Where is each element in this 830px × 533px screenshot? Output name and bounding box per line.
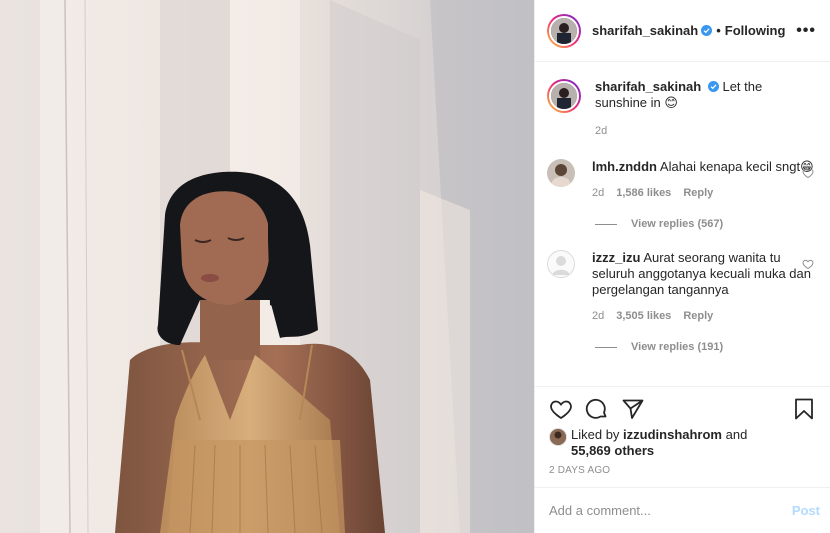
commenter-avatar[interactable] <box>547 159 575 187</box>
likes-text: Liked by izzudinshahrom and 55,869 other… <box>571 427 747 459</box>
photo-image <box>0 0 534 533</box>
replies-divider <box>595 346 617 348</box>
comment-item: lmh.znddn Alahai kenapa kecil sngt😁 2d 1… <box>547 159 816 201</box>
bookmark-icon[interactable] <box>792 397 816 421</box>
post-side-panel: sharifah_sakinah • Following ••• sharifa… <box>534 0 830 533</box>
comment-like-heart-icon[interactable] <box>802 258 814 270</box>
more-options-icon[interactable]: ••• <box>796 22 816 40</box>
instagram-post: sharifah_sakinah • Following ••• sharifa… <box>0 0 830 533</box>
header-username[interactable]: sharifah_sakinah <box>592 23 698 38</box>
comment-likes[interactable]: 1,586 likes <box>616 185 671 201</box>
post-header: sharifah_sakinah • Following ••• <box>535 0 830 62</box>
author-avatar[interactable] <box>547 13 581 48</box>
commenter-avatar-default[interactable] <box>547 250 575 278</box>
comment-meta: 2d 1,586 likes Reply <box>592 185 816 201</box>
comment-body: lmh.znddn Alahai kenapa kecil sngt😁 2d 1… <box>592 159 816 201</box>
header-separator: • <box>716 23 721 38</box>
comment-username[interactable]: lmh.znddn <box>592 159 657 174</box>
comment-likes[interactable]: 3,505 likes <box>616 308 671 324</box>
add-comment-bar: Post <box>535 487 830 533</box>
post-timestamp[interactable]: 2 DAYS AGO <box>549 465 816 476</box>
reply-button[interactable]: Reply <box>683 185 713 201</box>
post-comment-button[interactable]: Post <box>792 503 820 518</box>
replies-divider <box>595 223 617 225</box>
view-replies-button[interactable]: View replies (191) <box>595 341 816 353</box>
post-actions: Liked by izzudinshahrom and 55,869 other… <box>535 386 830 476</box>
likes-others-count[interactable]: 55,869 others <box>571 443 654 458</box>
action-icons <box>549 397 816 421</box>
verified-badge-icon <box>701 25 713 36</box>
liker-username[interactable]: izzudinshahrom <box>623 427 722 442</box>
comment-like-heart-icon[interactable] <box>802 167 814 179</box>
comment-item: izzz_izu Aurat seorang wanita tu seluruh… <box>547 250 816 324</box>
likes-summary: Liked by izzudinshahrom and 55,869 other… <box>549 427 816 459</box>
caption: sharifah_sakinah Let the sunshine in 😊 2… <box>547 79 816 139</box>
view-replies-button[interactable]: View replies (567) <box>595 218 816 230</box>
reply-button[interactable]: Reply <box>683 308 713 324</box>
comment-bubble-icon[interactable] <box>585 397 609 421</box>
likes-prefix: Liked by <box>571 427 624 442</box>
liker-avatar[interactable] <box>549 428 567 446</box>
comment-time[interactable]: 2d <box>592 185 604 201</box>
paper-plane-icon[interactable] <box>621 397 645 421</box>
comment-text: Alahai kenapa kecil sngt😁 <box>659 159 814 174</box>
post-photo[interactable] <box>0 0 534 533</box>
caption-avatar-image <box>549 81 579 111</box>
comment-meta: 2d 3,505 likes Reply <box>592 308 816 324</box>
view-replies-label: View replies (191) <box>631 341 724 353</box>
likes-suffix: and <box>722 427 748 442</box>
comment-input[interactable] <box>549 503 792 518</box>
comment-username[interactable]: izzz_izu <box>592 250 640 265</box>
caption-body: sharifah_sakinah Let the sunshine in 😊 2… <box>595 79 816 139</box>
following-button[interactable]: Following <box>725 23 786 38</box>
verified-badge-icon <box>707 81 719 92</box>
comments-list[interactable]: sharifah_sakinah Let the sunshine in 😊 2… <box>535 63 830 385</box>
caption-avatar[interactable] <box>547 79 581 113</box>
comment-time[interactable]: 2d <box>592 308 604 324</box>
view-replies-label: View replies (567) <box>631 218 724 230</box>
caption-meta: 2d <box>595 123 816 139</box>
author-avatar-image <box>549 15 579 46</box>
caption-username[interactable]: sharifah_sakinah <box>595 79 701 94</box>
heart-icon[interactable] <box>549 397 573 421</box>
comment-body: izzz_izu Aurat seorang wanita tu seluruh… <box>592 250 816 324</box>
caption-time[interactable]: 2d <box>595 123 607 139</box>
